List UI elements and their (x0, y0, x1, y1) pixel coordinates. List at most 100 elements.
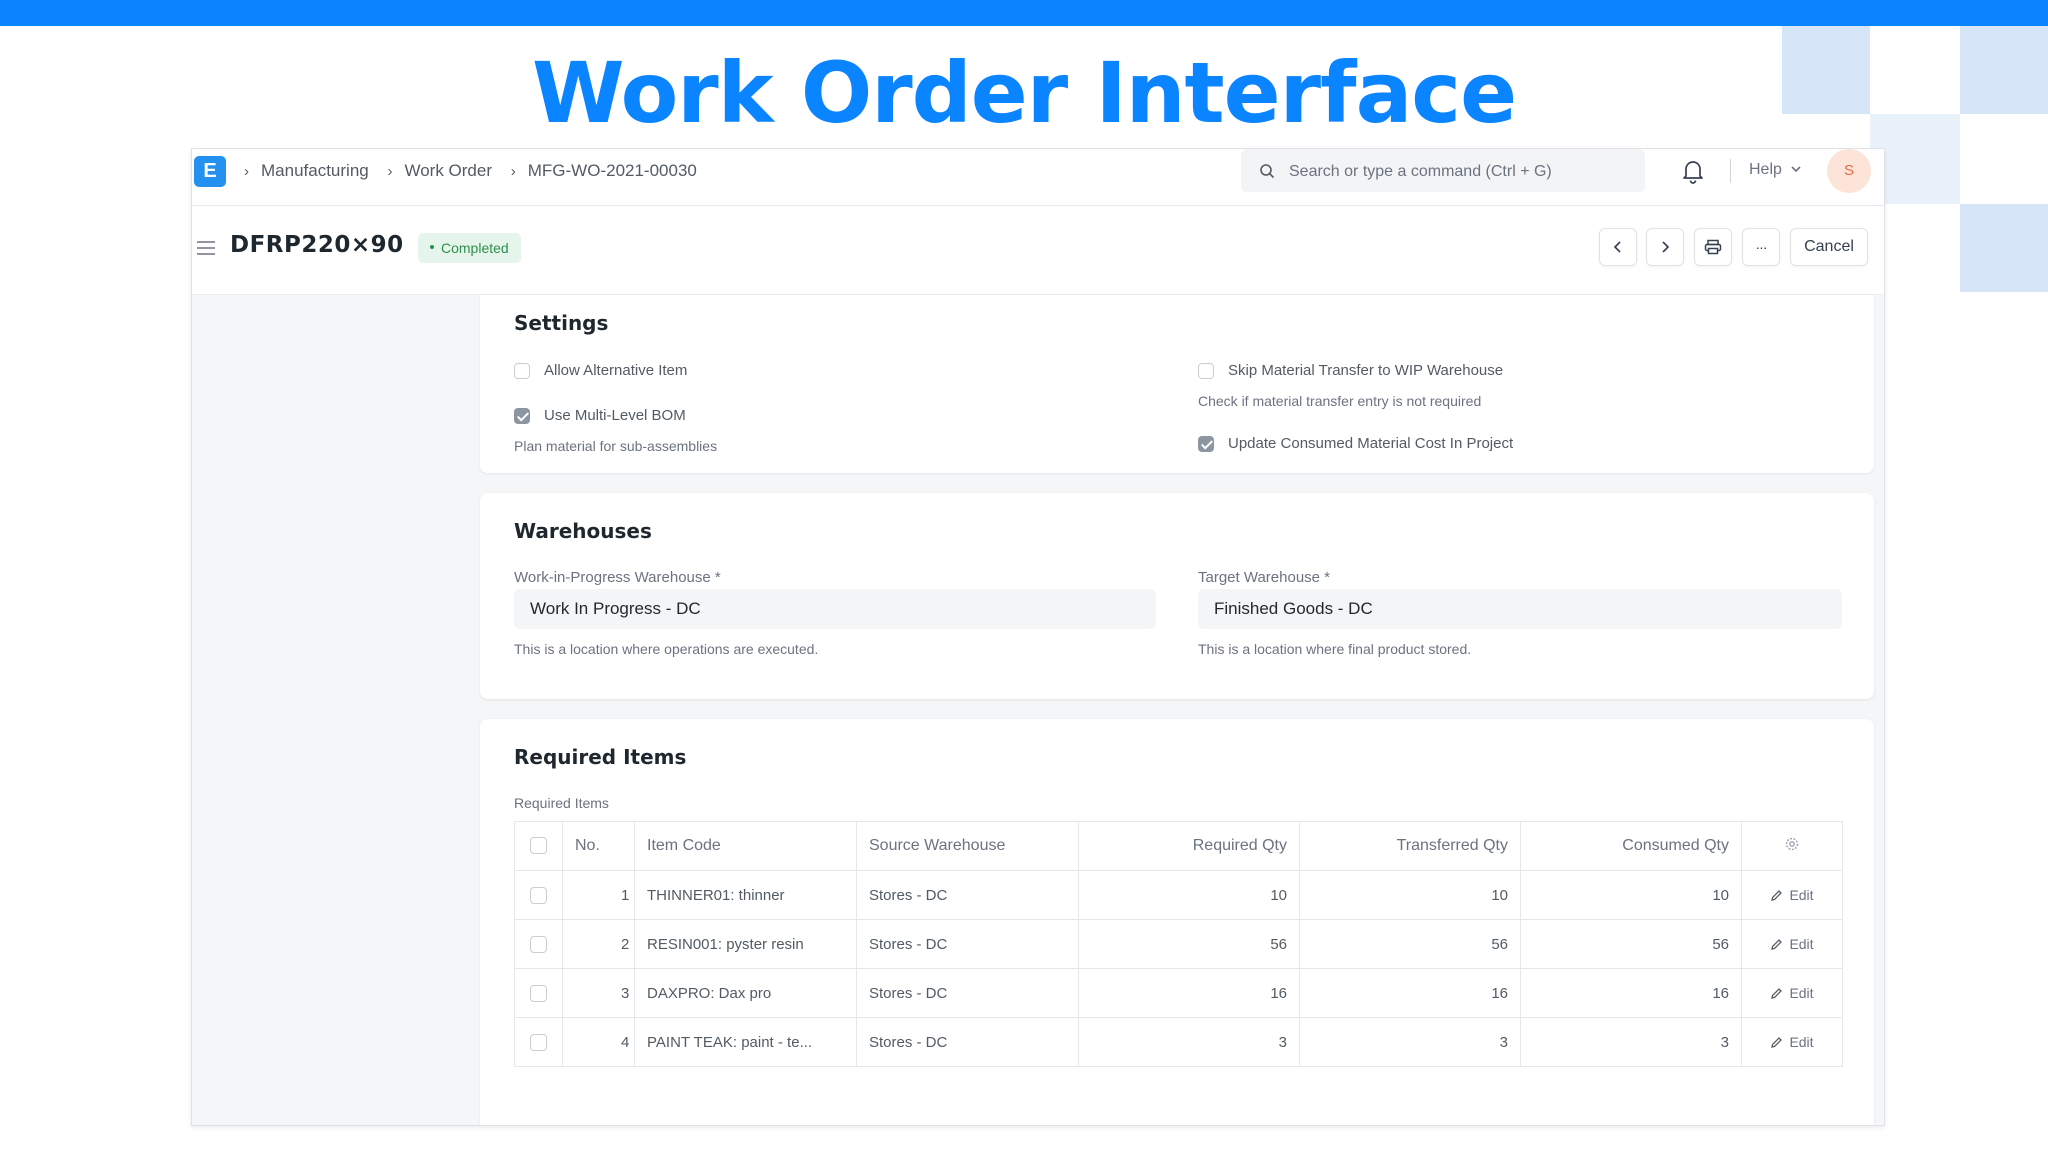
search-icon (1260, 164, 1274, 178)
required-items-table-label: Required Items (514, 795, 609, 811)
row-no: 4 (562, 1017, 635, 1067)
row-edit-button[interactable]: Edit (1770, 935, 1814, 952)
settings-section: Settings Allow Alternative Item Use Mult… (480, 295, 1874, 473)
table-row[interactable]: 2 RESIN001: pyster resin Stores - DC 56 … (514, 919, 1843, 969)
row-checkbox[interactable] (530, 935, 547, 953)
row-edit-cell: Edit (1741, 870, 1843, 920)
pencil-icon (1771, 1037, 1783, 1049)
row-required-qty[interactable]: 3 (1078, 1017, 1300, 1067)
column-header-consumed-qty[interactable]: Consumed Qty (1520, 821, 1742, 871)
target-warehouse-field[interactable]: Finished Goods - DC (1198, 589, 1842, 629)
printer-icon (1704, 239, 1722, 255)
navbar-divider (1730, 159, 1731, 183)
row-edit-button[interactable]: Edit (1770, 1033, 1814, 1050)
row-select-cell (514, 1017, 563, 1067)
row-edit-cell: Edit (1741, 919, 1843, 969)
row-transferred-qty[interactable]: 10 (1299, 870, 1521, 920)
chevron-right-icon (1662, 241, 1670, 253)
page-title: DFRP220×90 (230, 232, 404, 258)
column-header-item-code[interactable]: Item Code (634, 821, 857, 871)
select-all-cell (514, 821, 563, 871)
status-label: Completed (441, 240, 509, 256)
warehouses-section: Warehouses Work-in-Progress Warehouse * … (480, 493, 1874, 699)
prev-doc-button[interactable] (1599, 228, 1637, 266)
table-row[interactable]: 1 THINNER01: thinner Stores - DC 10 10 1… (514, 870, 1843, 920)
row-required-qty[interactable]: 10 (1078, 870, 1300, 920)
row-no: 2 (562, 919, 635, 969)
print-button[interactable] (1694, 228, 1732, 266)
row-required-qty[interactable]: 16 (1078, 968, 1300, 1018)
select-all-checkbox[interactable] (530, 837, 547, 855)
row-source-warehouse[interactable]: Stores - DC (856, 870, 1079, 920)
row-checkbox[interactable] (530, 886, 547, 904)
breadcrumb-work-order[interactable]: Work Order (404, 161, 492, 180)
row-source-warehouse[interactable]: Stores - DC (856, 1017, 1079, 1067)
row-source-warehouse[interactable]: Stores - DC (856, 968, 1079, 1018)
allow-alternative-item-label: Allow Alternative Item (544, 362, 688, 379)
status-badge: Completed (418, 233, 521, 263)
section-title: Warehouses (514, 519, 652, 543)
row-checkbox[interactable] (530, 1033, 547, 1051)
edit-label: Edit (1789, 935, 1814, 952)
row-consumed-qty[interactable]: 3 (1520, 1017, 1742, 1067)
column-header-required-qty[interactable]: Required Qty (1078, 821, 1300, 871)
chevron-right-icon: › (510, 163, 516, 180)
target-warehouse-description: This is a location where final product s… (1198, 641, 1472, 657)
cancel-button[interactable]: Cancel (1790, 228, 1868, 266)
row-no: 1 (562, 870, 635, 920)
section-title: Required Items (514, 745, 687, 769)
row-required-qty[interactable]: 56 (1078, 919, 1300, 969)
use-multi-level-bom-checkbox[interactable] (514, 408, 530, 424)
table-row[interactable]: 4 PAINT TEAK: paint - te... Stores - DC … (514, 1017, 1843, 1067)
row-item-code[interactable]: PAINT TEAK: paint - te... (634, 1017, 857, 1067)
breadcrumb-manufacturing[interactable]: Manufacturing (261, 161, 369, 180)
avatar[interactable]: S (1827, 149, 1871, 193)
required-items-table: No. Item Code Source Warehouse Required … (514, 821, 1843, 1067)
breadcrumb-current-doc[interactable]: MFG-WO-2021-00030 (528, 161, 697, 180)
row-transferred-qty[interactable]: 16 (1299, 968, 1521, 1018)
more-actions-button[interactable]: ··· (1742, 228, 1780, 266)
search-input[interactable] (1287, 149, 1631, 194)
row-source-warehouse[interactable]: Stores - DC (856, 919, 1079, 969)
row-item-code[interactable]: THINNER01: thinner (634, 870, 857, 920)
row-consumed-qty[interactable]: 10 (1520, 870, 1742, 920)
wip-warehouse-field[interactable]: Work In Progress - DC (514, 589, 1156, 629)
column-settings-cell (1741, 821, 1843, 871)
table-row[interactable]: 3 DAXPRO: Dax pro Stores - DC 16 16 16 E… (514, 968, 1843, 1018)
pencil-icon (1771, 939, 1783, 951)
column-header-transferred-qty[interactable]: Transferred Qty (1299, 821, 1521, 871)
skip-material-transfer-description: Check if material transfer entry is not … (1198, 393, 1482, 409)
next-doc-button[interactable] (1646, 228, 1684, 266)
column-header-no[interactable]: No. (562, 821, 635, 871)
pencil-icon (1771, 988, 1783, 1000)
notification-bell-icon[interactable] (1680, 157, 1706, 185)
app-logo[interactable]: E (194, 156, 226, 187)
table-header-row: No. Item Code Source Warehouse Required … (514, 821, 1843, 871)
wip-warehouse-label: Work-in-Progress Warehouse * (514, 569, 721, 586)
row-consumed-qty[interactable]: 16 (1520, 968, 1742, 1018)
gear-icon[interactable] (1784, 836, 1800, 852)
edit-label: Edit (1789, 1033, 1814, 1050)
row-transferred-qty[interactable]: 56 (1299, 919, 1521, 969)
update-consumed-cost-checkbox[interactable] (1198, 436, 1214, 452)
chevron-right-icon: › (244, 163, 249, 180)
row-consumed-qty[interactable]: 56 (1520, 919, 1742, 969)
column-header-source-warehouse[interactable]: Source Warehouse (856, 821, 1079, 871)
wip-warehouse-description: This is a location where operations are … (514, 641, 819, 657)
row-item-code[interactable]: DAXPRO: Dax pro (634, 968, 857, 1018)
allow-alternative-item-checkbox[interactable] (514, 363, 530, 379)
row-edit-button[interactable]: Edit (1770, 985, 1814, 1001)
help-dropdown[interactable]: Help (1749, 161, 1802, 179)
hamburger-menu-icon[interactable] (196, 240, 216, 256)
chevron-right-icon: › (387, 163, 393, 180)
status-dot-icon (430, 245, 434, 250)
skip-material-transfer-checkbox[interactable] (1198, 363, 1214, 379)
row-transferred-qty[interactable]: 3 (1299, 1017, 1521, 1067)
row-item-code[interactable]: RESIN001: pyster resin (634, 919, 857, 969)
target-warehouse-label: Target Warehouse * (1198, 569, 1331, 586)
required-items-section: Required Items Required Items No. Item C… (480, 719, 1874, 1125)
edit-label: Edit (1789, 886, 1814, 903)
row-no: 3 (562, 968, 635, 1018)
row-checkbox[interactable] (530, 984, 547, 1002)
row-edit-button[interactable]: Edit (1770, 886, 1814, 903)
